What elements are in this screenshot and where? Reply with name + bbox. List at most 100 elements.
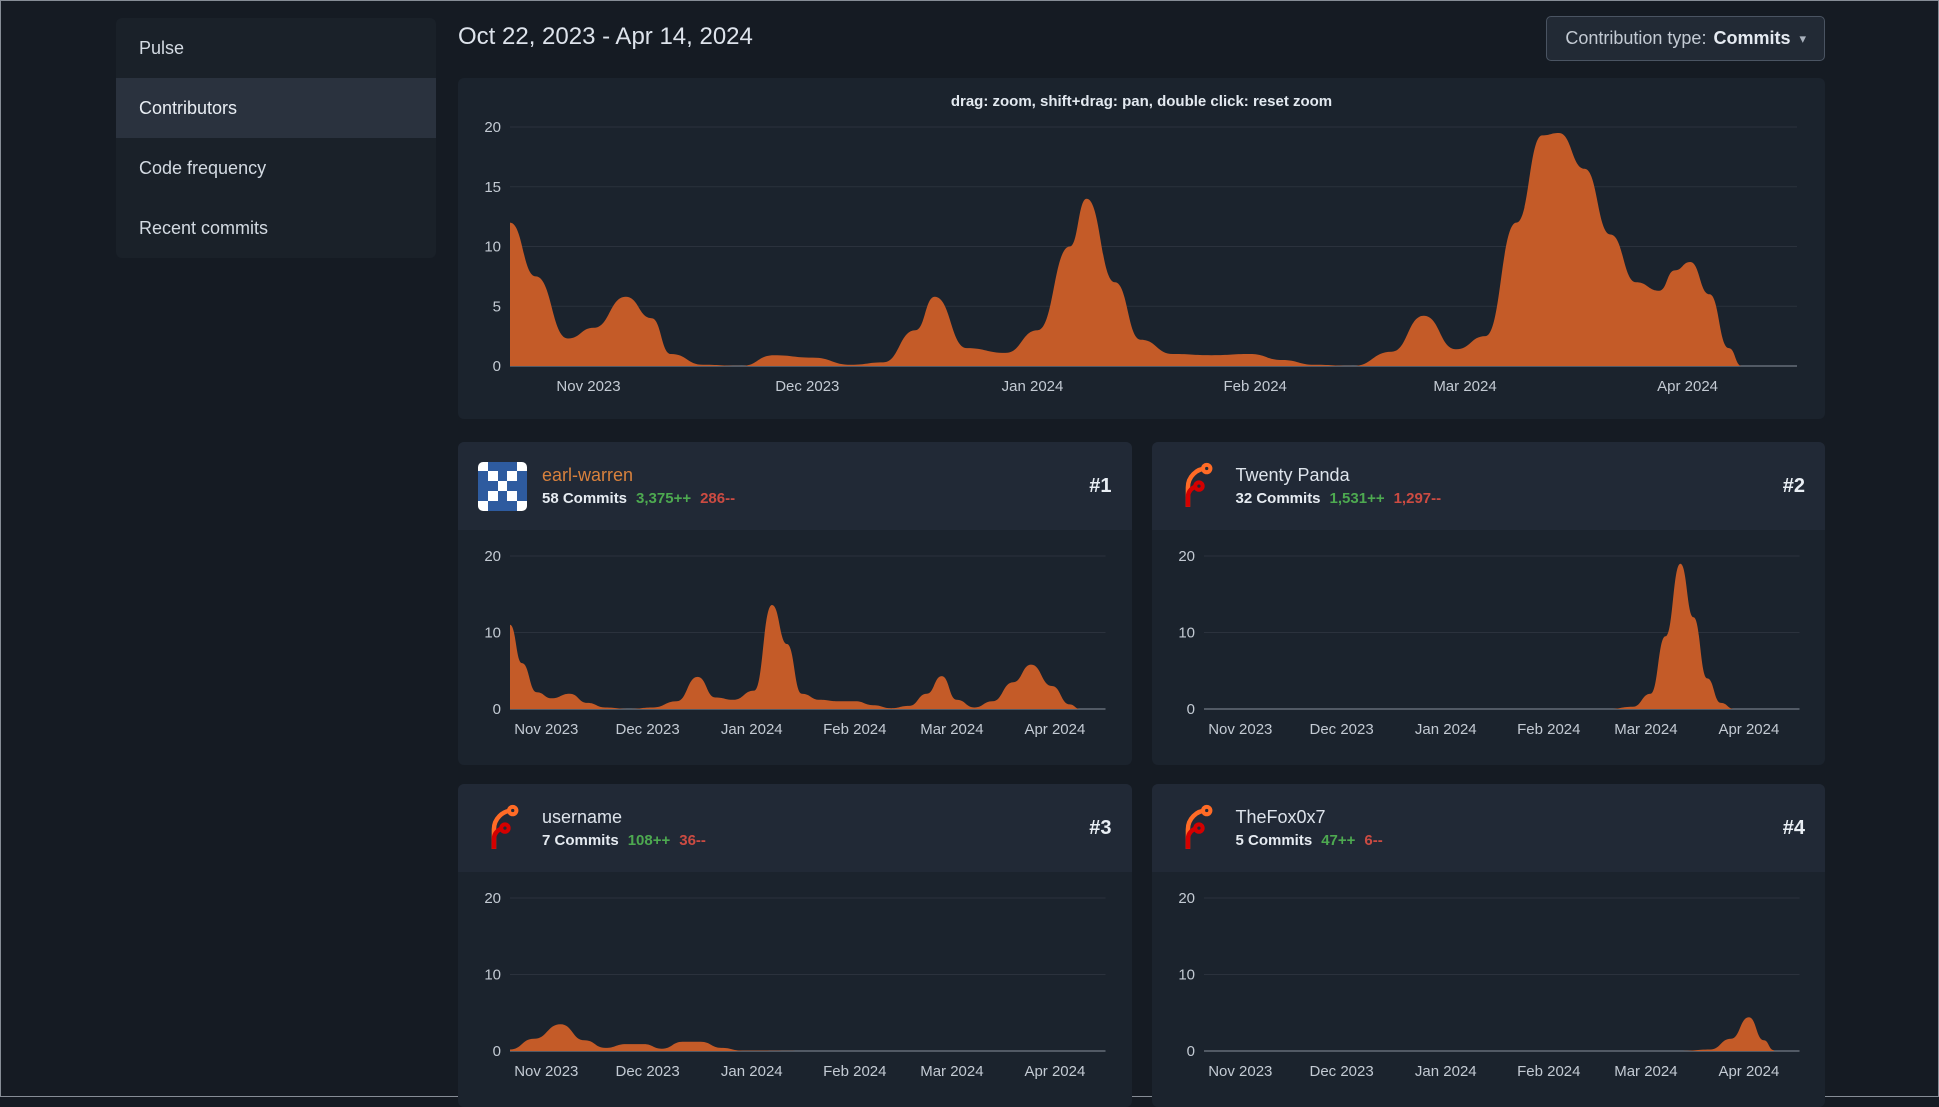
contribution-type-dropdown[interactable]: Contribution type: Commits ▾: [1546, 16, 1825, 61]
svg-text:Nov 2023: Nov 2023: [556, 378, 620, 395]
svg-text:20: 20: [484, 890, 501, 907]
svg-text:Mar 2024: Mar 2024: [1614, 721, 1677, 738]
additions-count: 3,375++: [636, 490, 692, 507]
svg-text:Jan 2024: Jan 2024: [1414, 1063, 1476, 1080]
contributor-card: TheFox0x7 5 Commits 47++ 6-- #4 0 10 20 Nov…: [1151, 784, 1826, 1107]
contributor-name-link[interactable]: TheFox0x7: [1236, 807, 1383, 828]
svg-text:Apr 2024: Apr 2024: [1657, 378, 1718, 395]
overall-activity-chart[interactable]: 0 5 10 15 20 Nov 2023 Dec 2023 Jan 2024 Feb 2024…: [458, 78, 1825, 419]
svg-text:Nov 2023: Nov 2023: [514, 1063, 578, 1080]
commit-count: 32 Commits: [1235, 490, 1321, 507]
svg-text:0: 0: [493, 1043, 501, 1060]
sidebar-item-label: Recent commits: [139, 218, 269, 238]
svg-text:Dec 2023: Dec 2023: [775, 378, 839, 395]
contributors-page: { "sidebar": { "items": [ {"label": "Pul…: [0, 0, 1939, 1107]
svg-text:Apr 2024: Apr 2024: [1718, 1063, 1779, 1080]
contributor-info: earl-warren 58 Commits 3,375++ 286--: [542, 465, 735, 507]
svg-text:10: 10: [1178, 967, 1195, 984]
contributor-info: TheFox0x7 5 Commits 47++ 6--: [1236, 807, 1383, 849]
sidebar-item-code-frequency[interactable]: Code frequency: [116, 138, 436, 198]
contributor-card-header: TheFox0x7 5 Commits 47++ 6-- #4: [1151, 784, 1825, 872]
svg-text:20: 20: [1178, 890, 1195, 907]
svg-text:10: 10: [484, 967, 501, 984]
sidebar-item-contributors[interactable]: Contributors: [116, 78, 436, 138]
contributor-card: Twenty Panda 32 Commits 1,531++ 1,297-- …: [1151, 442, 1826, 765]
svg-text:Jan 2024: Jan 2024: [721, 721, 783, 738]
svg-text:Feb 2024: Feb 2024: [1517, 721, 1580, 738]
svg-text:Jan 2024: Jan 2024: [721, 1063, 783, 1080]
contributor-avatar-identicon[interactable]: [478, 461, 527, 511]
svg-text:15: 15: [484, 179, 501, 196]
deletions-count: 6--: [1364, 832, 1383, 849]
sidebar-item-label: Pulse: [139, 38, 185, 58]
svg-text:Dec 2023: Dec 2023: [1309, 721, 1373, 738]
svg-text:Mar 2024: Mar 2024: [1433, 378, 1496, 395]
svg-text:Mar 2024: Mar 2024: [1614, 1063, 1677, 1080]
contributor-activity-chart[interactable]: 0 10 20 Nov 2023 Dec 2023 Jan 2024 Feb 2024 Mar…: [458, 872, 1132, 1107]
deletions-count: 36--: [679, 832, 706, 849]
sidebar-item-label: Contributors: [139, 98, 238, 118]
deletions-count: 1,297--: [1393, 490, 1442, 507]
sidebar-item-recent-commits[interactable]: Recent commits: [116, 198, 436, 258]
commit-count: 5 Commits: [1235, 832, 1313, 849]
contributor-info: Twenty Panda 32 Commits 1,531++ 1,297--: [1236, 465, 1442, 507]
svg-text:Apr 2024: Apr 2024: [1718, 721, 1779, 738]
contributor-cards-grid: earl-warren 58 Commits 3,375++ 286-- #1 …: [458, 442, 1825, 1107]
contributor-name-link[interactable]: Twenty Panda: [1236, 465, 1442, 486]
svg-text:Nov 2023: Nov 2023: [1208, 1063, 1272, 1080]
svg-text:Jan 2024: Jan 2024: [1002, 378, 1064, 395]
svg-text:Nov 2023: Nov 2023: [514, 721, 578, 738]
svg-text:10: 10: [484, 239, 501, 256]
rank-badge: #1: [1089, 474, 1112, 497]
sidebar-menu: Pulse Contributors Code frequency Recent…: [116, 18, 436, 258]
svg-text:20: 20: [484, 119, 501, 136]
additions-count: 108++: [627, 832, 671, 849]
contributor-stats: 5 Commits 47++ 6--: [1236, 832, 1383, 849]
svg-text:0: 0: [493, 358, 501, 375]
sidebar-item-pulse[interactable]: Pulse: [116, 18, 436, 78]
page-header: Oct 22, 2023 - Apr 14, 2024 Contribution…: [458, 1, 1825, 78]
svg-text:20: 20: [1178, 548, 1195, 565]
contributor-name-link[interactable]: earl-warren: [542, 465, 735, 486]
deletions-count: 286--: [700, 490, 736, 507]
additions-count: 47++: [1321, 832, 1356, 849]
svg-text:10: 10: [484, 625, 501, 642]
forgejo-logo-icon[interactable]: [1172, 462, 1221, 511]
contributor-activity-chart[interactable]: 0 10 20 Nov 2023 Dec 2023 Jan 2024 Feb 2024 Mar…: [1152, 872, 1826, 1107]
contributor-activity-chart[interactable]: 0 10 20 Nov 2023 Dec 2023 Jan 2024 Feb 2024 Mar…: [458, 530, 1132, 765]
svg-text:Mar 2024: Mar 2024: [920, 1063, 983, 1080]
contributor-stats: 58 Commits 3,375++ 286--: [542, 490, 735, 507]
contributor-name-link[interactable]: username: [542, 807, 706, 828]
rank-badge: #3: [1089, 816, 1112, 839]
overall-activity-card: drag: zoom, shift+drag: pan, double clic…: [458, 78, 1825, 419]
contributor-stats: 32 Commits 1,531++ 1,297--: [1236, 490, 1442, 507]
rank-badge: #2: [1782, 474, 1805, 497]
contributor-card-header: earl-warren 58 Commits 3,375++ 286-- #1: [458, 442, 1132, 530]
svg-text:10: 10: [1178, 625, 1195, 642]
svg-text:Feb 2024: Feb 2024: [823, 721, 886, 738]
contributor-stats: 7 Commits 108++ 36--: [542, 832, 706, 849]
forgejo-logo-icon[interactable]: [478, 804, 527, 853]
svg-text:0: 0: [1186, 701, 1194, 718]
commit-count: 58 Commits: [542, 490, 628, 507]
svg-text:Feb 2024: Feb 2024: [1224, 378, 1287, 395]
svg-text:0: 0: [1186, 1043, 1194, 1060]
additions-count: 1,531++: [1329, 490, 1385, 507]
sidebar-item-label: Code frequency: [139, 158, 267, 178]
svg-text:Feb 2024: Feb 2024: [1517, 1063, 1580, 1080]
contributor-info: username 7 Commits 108++ 36--: [542, 807, 706, 849]
chevron-down-icon: ▾: [1799, 30, 1806, 46]
forgejo-logo-icon[interactable]: [1172, 804, 1221, 853]
date-range-title: Oct 22, 2023 - Apr 14, 2024: [458, 23, 753, 50]
contributor-activity-chart[interactable]: 0 10 20 Nov 2023 Dec 2023 Jan 2024 Feb 2024 Mar…: [1152, 530, 1826, 765]
svg-text:Dec 2023: Dec 2023: [615, 721, 679, 738]
contributor-card-header: username 7 Commits 108++ 36-- #3: [458, 784, 1132, 872]
contribution-type-label: Contribution type:: [1565, 28, 1707, 48]
svg-text:Feb 2024: Feb 2024: [823, 1063, 886, 1080]
svg-text:Dec 2023: Dec 2023: [615, 1063, 679, 1080]
contributor-card: earl-warren 58 Commits 3,375++ 286-- #1 …: [458, 442, 1132, 765]
commit-count: 7 Commits: [542, 832, 619, 849]
svg-text:Apr 2024: Apr 2024: [1024, 721, 1085, 738]
svg-text:Jan 2024: Jan 2024: [1414, 721, 1476, 738]
contribution-type-value: Commits: [1713, 28, 1791, 48]
